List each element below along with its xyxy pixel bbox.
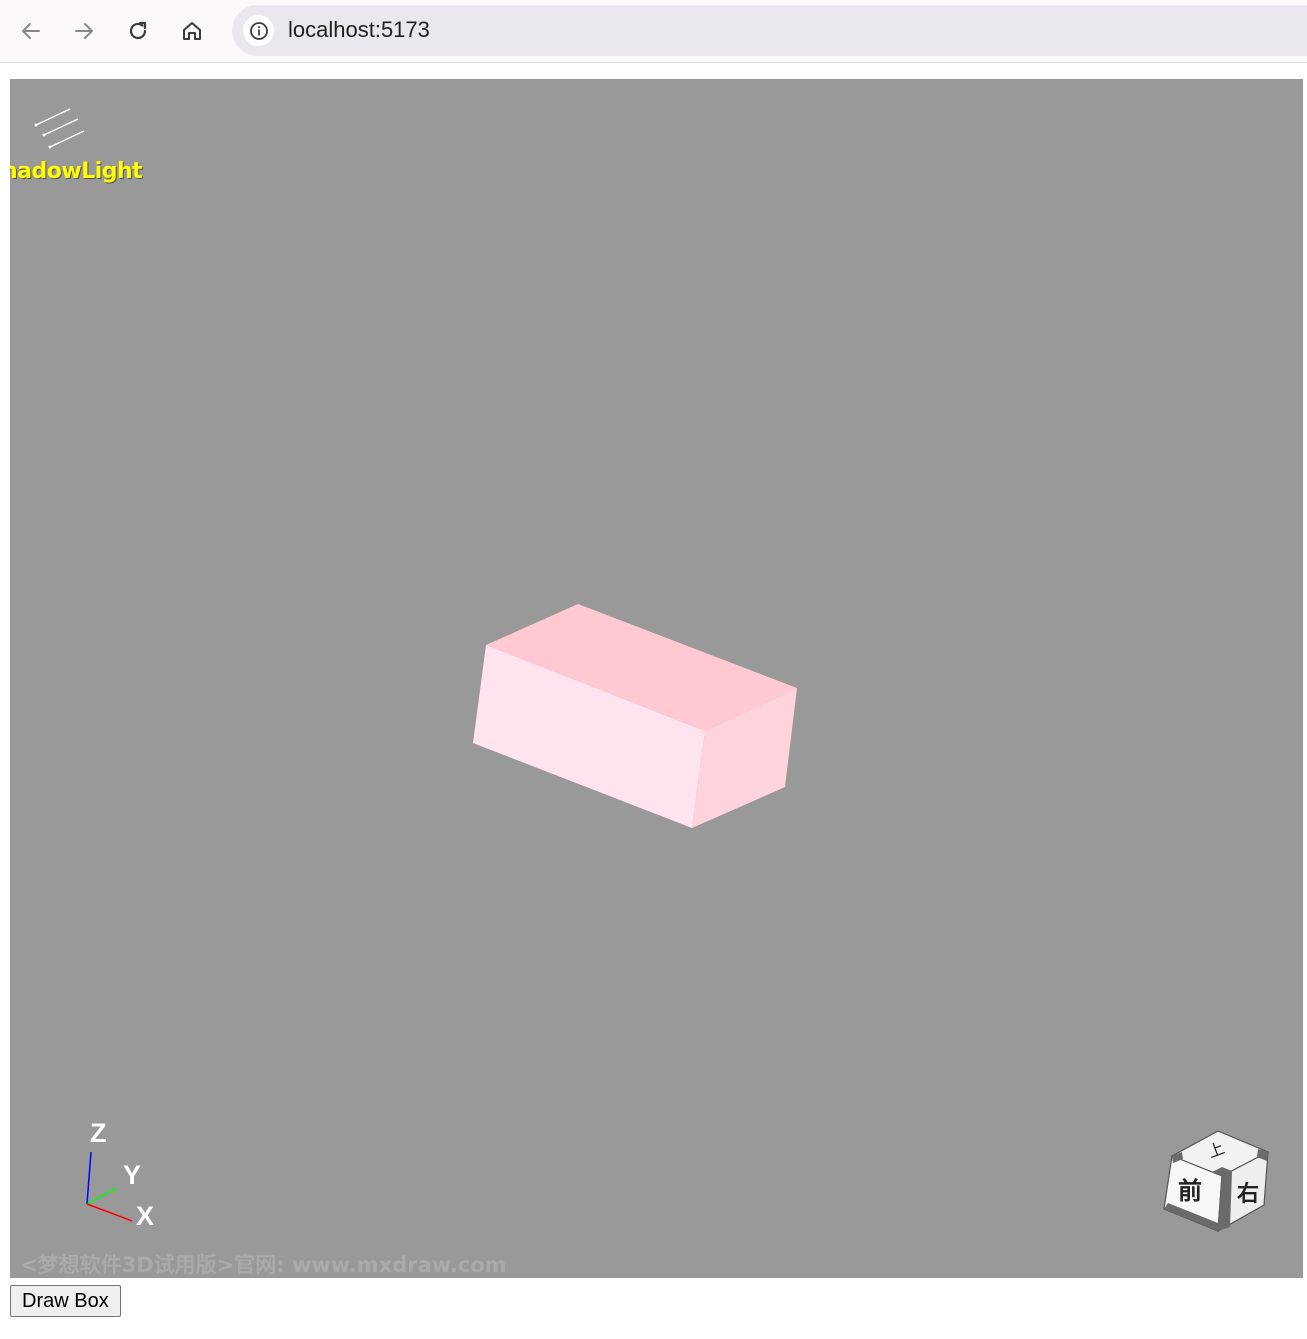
z-axis-line <box>86 1151 92 1205</box>
address-bar[interactable]: localhost:5173 <box>232 5 1307 56</box>
draw-box-button[interactable]: Draw Box <box>10 1285 121 1317</box>
view-cube-right-label: 右 <box>1237 1181 1259 1207</box>
reload-icon <box>129 21 147 40</box>
reload-button[interactable] <box>120 13 156 49</box>
x-axis-label: X <box>136 1201 155 1231</box>
forward-button[interactable] <box>66 13 102 49</box>
3d-viewport[interactable]: hadowLight Z Y X 上 前 右 <梦想软件3D试用版>官网: ww… <box>10 79 1303 1278</box>
back-button[interactable] <box>13 13 49 49</box>
browser-toolbar: localhost:5173 <box>0 0 1307 63</box>
url-text: localhost:5173 <box>288 17 430 42</box>
home-button[interactable] <box>174 13 210 49</box>
box-3d[interactable] <box>10 79 1303 1278</box>
arrow-left-icon <box>22 23 40 39</box>
view-cube-front-label: 前 <box>1178 1176 1202 1205</box>
view-cube[interactable]: 上 前 右 <box>1160 1119 1290 1239</box>
y-axis-line <box>86 1187 118 1205</box>
y-axis-label: Y <box>123 1160 142 1190</box>
watermark: <梦想软件3D试用版>官网: www.mxdraw.com <box>20 1253 507 1277</box>
home-icon <box>183 22 201 40</box>
axis-gizmo: Z Y X <box>70 1114 180 1239</box>
info-icon[interactable] <box>243 15 274 46</box>
z-axis-label: Z <box>90 1118 107 1148</box>
arrow-right-icon <box>75 23 93 39</box>
x-axis-line <box>86 1203 133 1222</box>
